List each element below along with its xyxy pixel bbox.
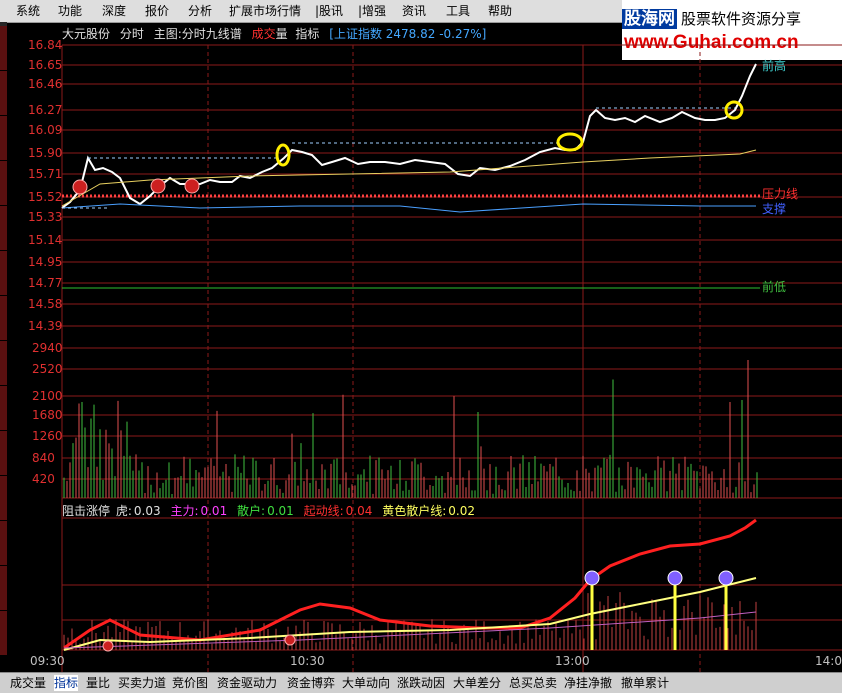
volume-tick-label: 2100 [32,389,63,403]
bottom-tab-1[interactable]: 指标 [54,675,79,691]
bottom-tab-8[interactable]: 涨跌动因 [397,675,445,691]
price-tick-label: 15.90 [28,146,62,160]
price-tick-label: 16.27 [28,103,62,117]
price-tick-label: 15.14 [28,233,62,247]
menu-item-5[interactable]: 扩展市场行情 [229,3,301,19]
yellow-retail-label: 黄色散户线: [382,504,447,518]
menu-item-0[interactable]: 系统 [16,3,40,19]
menu-item-8[interactable]: 资讯 [402,3,426,19]
signal-ball-icon [284,634,296,646]
signal-marker-icon [718,570,734,586]
index-info: [上证指数 2478.82 -0.27%] [329,27,487,41]
time-tick-label: 09:30 [30,654,65,668]
bottom-tab-7[interactable]: 大单动向 [342,675,390,691]
bottom-tab-12[interactable]: 撤单累计 [621,675,669,691]
stock-name: 大元股份 [62,27,111,41]
bottom-tab-10[interactable]: 总买总卖 [509,675,557,691]
start-line-value: 0.04 [345,504,373,518]
price-tick-label: 16.65 [28,58,62,72]
menu-item-4[interactable]: 分析 [188,3,212,19]
time-tick-label: 14:0 [815,654,842,668]
period-label[interactable]: 分时 [120,27,144,41]
main-force-label: 主力: [170,504,199,518]
signal-ball-icon [102,640,114,652]
menu-item-9[interactable]: 工具 [446,3,470,19]
retail-label: 散户: [237,504,266,518]
annotation-prev_low: 前低 [762,279,786,294]
yellow-retail-value: 0.02 [448,504,475,518]
signal-ball-icon [184,178,200,194]
bottom-tab-bar: 成交量 指标 量比 买卖力道 竞价图 资金驱动力 资金博弈 大单动向 涨跌动因 大单差分 总买总卖净… [0,672,842,693]
annotation-support: 支撑 [762,201,786,216]
volume-tick-label: 2520 [32,362,63,376]
retail-value: 0.01 [267,504,294,518]
tiger-value: 0.03 [133,504,161,518]
price-tick-label: 14.58 [28,297,62,311]
intraday-chart: 16.84 16.65 16.46 16.27 16.09 15.90 15.71 15.52… [28,38,842,672]
price-tick-label: 15.33 [28,210,62,224]
time-tick-label: 13:00 [555,654,590,668]
bottom-tab-5[interactable]: 资金驱动力 [217,675,277,691]
bottom-tab-2[interactable]: 量比 [86,675,110,691]
time-tick-label: 10:30 [290,654,325,668]
menu-item-2[interactable]: 深度 [102,3,126,19]
volume-tick-label: 1260 [32,429,63,443]
bottom-tab-6[interactable]: 资金博弈 [287,675,335,691]
chart-header: 大元股份 分时 主图:分时九线谱 成交量 指标 [上证指数 2478.82 -0… [62,26,492,42]
indicator-label[interactable]: 指标 [295,27,319,41]
indicator-name: 阻击涨停 [62,504,111,518]
bottom-tab-3[interactable]: 买卖力道 [118,675,166,691]
price-tick-label: 16.46 [28,77,62,91]
volume-tick-label: 840 [32,451,55,465]
signal-marker-icon [667,570,683,586]
menu-item-1[interactable]: 功能 [58,3,82,19]
volume-tick-label: 1680 [32,408,63,422]
main-force-value: 0.01 [200,504,228,518]
highlight-circle [556,132,584,152]
menu-item-7[interactable]: |增强 [358,3,386,19]
bottom-tab-4[interactable]: 竞价图 [172,675,208,691]
price-tick-label: 14.39 [28,319,62,333]
signal-ball-icon [72,179,88,195]
start-line-label: 起动线: [303,504,344,518]
annotation-pressure: 压力线 [762,187,798,201]
volume-label: 成交量 [251,27,288,41]
price-tick-label: 15.52 [28,190,62,204]
support-line [61,203,756,213]
bottom-tab-9[interactable]: 大单差分 [453,675,501,691]
price-line [61,63,757,209]
menu-item-6[interactable]: |股讯 [315,3,343,19]
volume-tick-label: 2940 [32,341,63,355]
bottom-tab-11[interactable]: 净挂净撤 [564,675,612,691]
signal-ball-icon [150,178,166,194]
price-tick-label: 15.71 [28,167,62,181]
tiger-label: 虎: [115,504,132,518]
price-tick-label: 14.95 [28,255,62,269]
menu-item-10[interactable]: 帮助 [488,3,512,19]
indicator-header: 阻击涨停 虎: 0.03 主力: 0.01 散户: 0.01 起动线: 0.04 黄色散… [62,502,477,519]
main-chart-label[interactable]: 主图:分时九线谱 [154,27,242,41]
price-tick-label: 16.09 [28,123,62,137]
annotation-prev_high: 前高 [762,58,786,73]
menu-item-3[interactable]: 报价 [145,3,169,19]
bottom-tab-0[interactable]: 成交量 [10,675,46,691]
price-tick-label: 14.77 [28,276,62,290]
signal-marker-icon [584,570,600,586]
price-tick-label: 16.84 [28,38,62,52]
volume-tick-label: 420 [32,472,55,486]
